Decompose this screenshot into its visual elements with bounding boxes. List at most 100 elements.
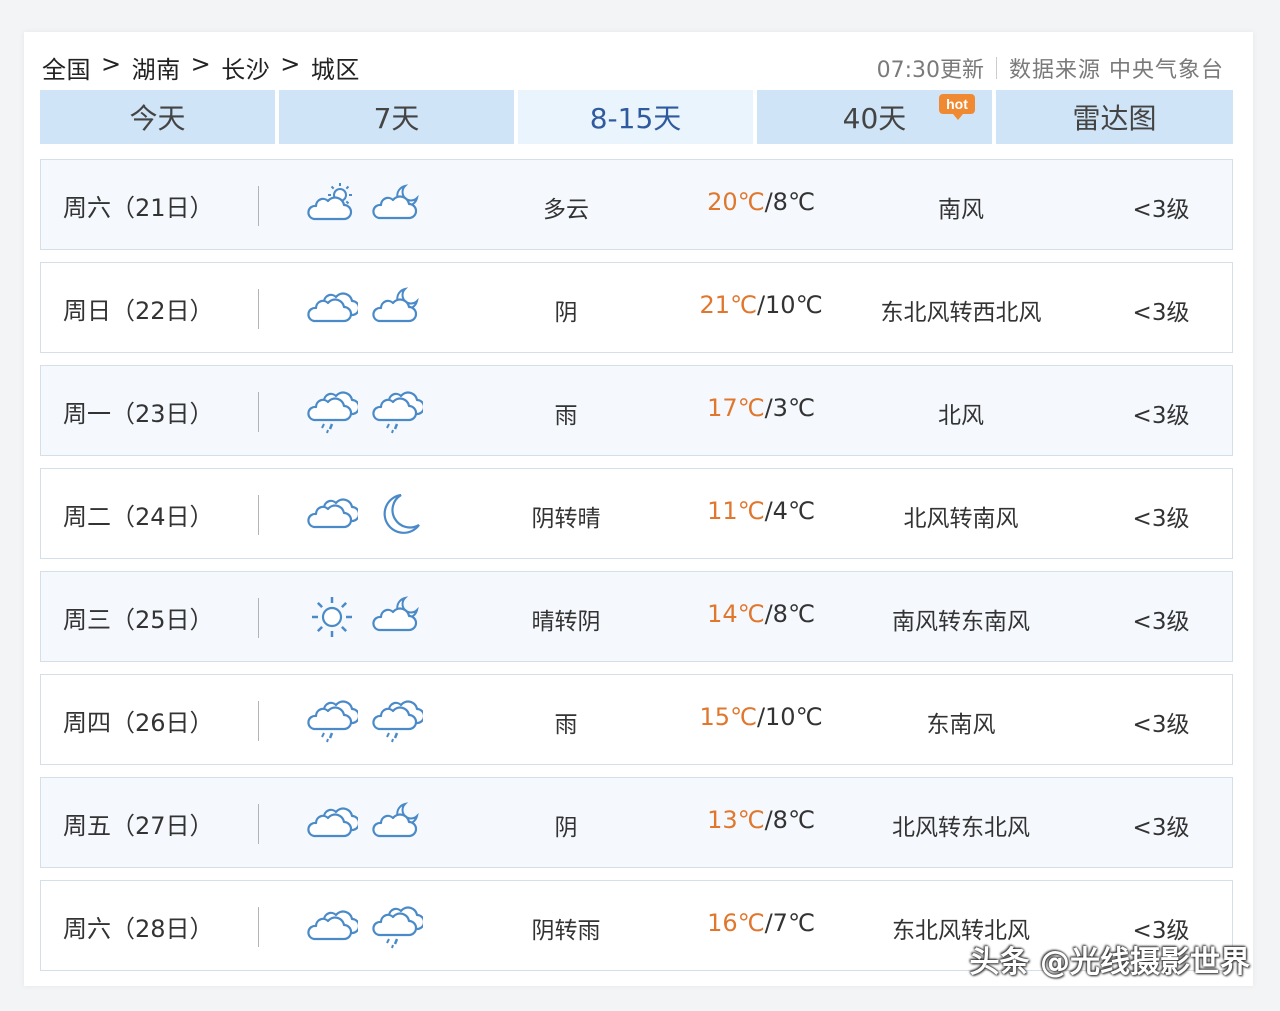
forecast-date: 周四（26日） [63,709,214,737]
temperature-low: /7℃ [764,909,815,937]
wind-level: <3级 [1132,506,1190,532]
temperature-high: 21℃ [699,291,757,319]
tab-label: 7天 [373,102,420,135]
forecast-date: 周六（21日） [63,194,214,222]
tab-7-days[interactable]: 7天 [279,90,514,144]
breadcrumb-item-country[interactable]: 全国 [42,50,91,85]
sunny-icon [306,594,358,640]
row-divider [258,186,259,226]
forecast-date: 周二（24日） [63,503,214,531]
temperature-low: /8℃ [764,600,815,628]
partly-cloudy-day-icon [306,182,358,228]
wind-level: <3级 [1132,609,1190,635]
weather-condition: 多云 [543,197,589,223]
partly-cloudy-night-icon [371,285,423,331]
rain-icon [306,697,358,743]
temperature-low: /3℃ [764,394,815,422]
temperature-high: 20℃ [707,188,765,216]
hot-badge: hot [939,94,975,120]
forecast-date: 周五（27日） [63,812,214,840]
wind-direction: 南风 [938,197,984,223]
update-info: 07:30更新 数据来源 中央气象台 [877,52,1224,84]
breadcrumb-separator: > [101,50,122,78]
tab-label: 8-15天 [589,102,682,135]
weather-condition: 阴 [554,815,578,841]
temperature-low: /10℃ [756,703,823,731]
row-divider [258,289,259,329]
overcast-icon [306,285,358,331]
temperature-range: 15℃/10℃ [681,703,841,731]
overcast-icon [306,491,358,537]
tab-8-15-days[interactable]: 8-15天 [518,90,753,144]
forecast-date: 周三（25日） [63,606,214,634]
tab-40-days[interactable]: 40天 hot [757,90,992,144]
weather-condition: 阴转晴 [531,506,601,532]
forecast-row: 周五（27日） 阴 13℃/8℃ 北风转东北风 <3级 [40,777,1233,868]
rain-icon [371,697,423,743]
breadcrumb: 全国 > 湖南 > 长沙 > 城区 [42,50,360,85]
forecast-list: 周六（21日） 多云 20℃/8℃ 南风 <3级 周日（22日）阴 21℃/10℃ 东北风转西… [40,159,1233,983]
rain-icon [306,388,358,434]
weather-condition: 晴转阴 [531,609,601,635]
temperature-high: 16℃ [707,909,765,937]
forecast-row: 周六（21日） 多云 20℃/8℃ 南风 <3级 [40,159,1233,250]
forecast-row: 周二（24日） 阴转晴 11℃/4℃ 北风转南风 <3级 [40,468,1233,559]
breadcrumb-separator: > [280,50,301,78]
partly-cloudy-night-icon [371,594,423,640]
wind-direction: 北风 [938,403,984,429]
tab-radar[interactable]: 雷达图 [996,90,1233,144]
temperature-low: /4℃ [764,497,815,525]
watermark: 头条 @光线摄影世界 [969,945,1250,980]
forecast-date: 周六（28日） [63,915,214,943]
forecast-row: 周日（22日） 阴 21℃/10℃ 东北风转西北风 <3级 [40,262,1233,353]
temperature-low: /8℃ [764,806,815,834]
tab-label: 今天 [129,102,186,135]
wind-level: <3级 [1132,815,1190,841]
data-source: 数据来源 中央气象台 [1009,58,1224,83]
partly-cloudy-night-icon [371,800,423,846]
meta-divider [996,57,997,79]
forecast-date: 周日（22日） [63,297,214,325]
overcast-icon [306,903,358,949]
forecast-date: 周一（23日） [63,400,214,428]
header-bar: 全国 > 湖南 > 长沙 > 城区 07:30更新 数据来源 中央气象台 [40,48,1230,84]
temperature-range: 11℃/4℃ [681,497,841,525]
row-divider [258,907,259,947]
wind-direction: 东南风 [926,712,996,738]
rain-icon [371,903,423,949]
forecast-row: 周四（26日） 雨 15℃/10℃ 东南风 <3级 [40,674,1233,765]
temperature-low: /10℃ [756,291,823,319]
temperature-low: /8℃ [764,188,815,216]
breadcrumb-item-province[interactable]: 湖南 [132,50,181,85]
temperature-range: 17℃/3℃ [681,394,841,422]
overcast-icon [306,800,358,846]
rain-icon [371,388,423,434]
temperature-range: 20℃/8℃ [681,188,841,216]
tab-today[interactable]: 今天 [40,90,275,144]
row-divider [258,495,259,535]
wind-direction: 北风转南风 [903,506,1019,532]
breadcrumb-separator: > [190,50,212,78]
breadcrumb-item-city[interactable]: 长沙 [221,50,270,85]
temperature-high: 15℃ [699,703,757,731]
temperature-high: 17℃ [707,394,765,422]
weather-condition: 阴转雨 [531,918,601,944]
wind-level: <3级 [1132,197,1190,223]
wind-direction: 东北风转西北风 [880,300,1042,326]
row-divider [258,701,259,741]
breadcrumb-item-district[interactable]: 城区 [311,50,360,85]
weather-condition: 雨 [554,403,578,429]
tab-label: 40天 [842,102,907,135]
clear-night-icon [371,491,423,537]
forecast-row: 周三（25日） 晴转阴 14℃/8℃ 南风转东南风 <3级 [40,571,1233,662]
temperature-range: 13℃/8℃ [681,806,841,834]
row-divider [258,392,259,432]
row-divider [258,804,259,844]
forecast-tabs: 今天 7天 8-15天 40天 hot 雷达图 [40,90,1233,144]
temperature-range: 21℃/10℃ [681,291,841,319]
partly-cloudy-night-icon [371,182,423,228]
tab-label: 雷达图 [1072,102,1157,135]
weather-condition: 阴 [554,300,578,326]
wind-level: <3级 [1132,403,1190,429]
weather-condition: 雨 [554,712,578,738]
